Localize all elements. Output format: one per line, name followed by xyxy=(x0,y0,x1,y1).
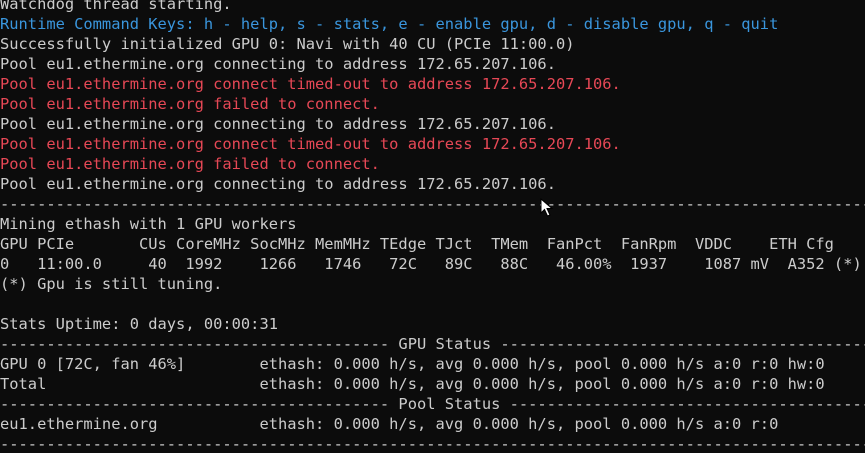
gpu-table-row: 0 11:00.0 40 1992 1266 1746 72C 89C 88C … xyxy=(0,255,862,273)
log-line-pool-failed: Pool eu1.ethermine.org failed to connect… xyxy=(0,155,380,173)
gpu-status-header: ----------------------------------------… xyxy=(0,335,865,353)
log-line-pool-connecting: Pool eu1.ethermine.org connecting to add… xyxy=(0,115,556,133)
tuning-note: (*) Gpu is still tuning. xyxy=(0,275,223,293)
log-line-pool-timeout: Pool eu1.ethermine.org connect timed-out… xyxy=(0,75,621,93)
pool-status-row: eu1.ethermine.org ethash: 0.000 h/s, avg… xyxy=(0,415,779,433)
terminal-window[interactable]: Watchdog thread starting. Runtime Comman… xyxy=(0,0,865,453)
log-line-pool-timeout: Pool eu1.ethermine.org connect timed-out… xyxy=(0,135,621,153)
pool-status-header: ----------------------------------------… xyxy=(0,395,865,413)
separator-line: ----------------------------------------… xyxy=(0,435,865,453)
total-status-row: Total ethash: 0.000 h/s, avg 0.000 h/s, … xyxy=(0,375,825,393)
gpu-status-row: GPU 0 [72C, fan 46%] ethash: 0.000 h/s, … xyxy=(0,355,825,373)
stats-uptime: Stats Uptime: 0 days, 00:00:31 xyxy=(0,315,278,333)
mouse-pointer-icon xyxy=(540,197,554,218)
log-line-pool-failed: Pool eu1.ethermine.org failed to connect… xyxy=(0,95,380,113)
mining-status-line: Mining ethash with 1 GPU workers xyxy=(0,215,297,233)
log-line-pool-connecting: Pool eu1.ethermine.org connecting to add… xyxy=(0,175,556,193)
log-line-pool-connecting: Pool eu1.ethermine.org connecting to add… xyxy=(0,55,556,73)
log-line-command-keys: Runtime Command Keys: h - help, s - stat… xyxy=(0,15,779,33)
separator-line: ----------------------------------------… xyxy=(0,195,865,213)
log-line-gpu-init: Successfully initialized GPU 0: Navi wit… xyxy=(0,35,575,53)
gpu-table-header: GPU PCIe CUs CoreMHz SocMHz MemMHz TEdge… xyxy=(0,235,834,253)
log-line-watchdog: Watchdog thread starting. xyxy=(0,0,232,13)
